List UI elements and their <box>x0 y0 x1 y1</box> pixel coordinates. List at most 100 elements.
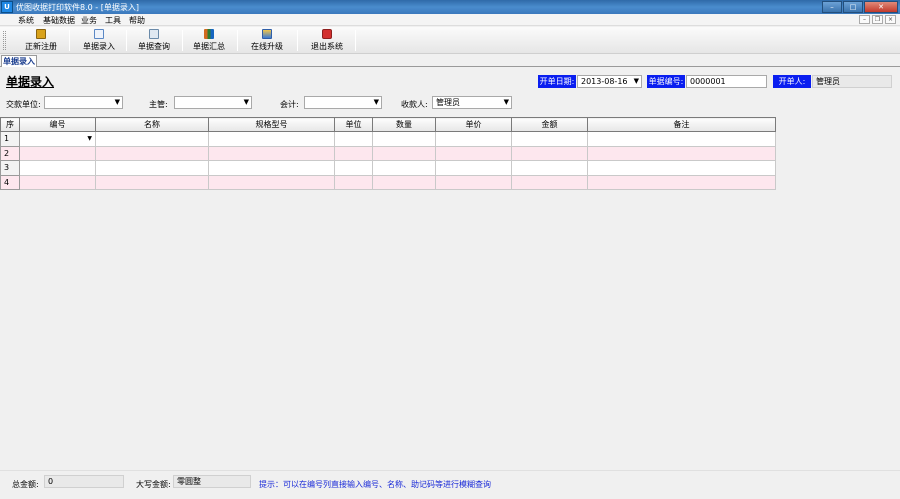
register-button-label: 正新注册 <box>25 42 57 51</box>
close-button[interactable]: ✕ <box>864 1 898 13</box>
unit-cell[interactable] <box>334 174 373 190</box>
toolbar-separator <box>69 30 70 51</box>
column-header-price[interactable]: 单价 <box>435 117 512 132</box>
name-cell[interactable] <box>95 131 209 147</box>
chevron-down-icon[interactable]: ▼ <box>634 76 639 87</box>
quantity-cell[interactable] <box>372 145 436 161</box>
bill-summary-button[interactable]: 单据汇总 <box>187 28 231 52</box>
toolbar-separator <box>297 30 298 51</box>
name-cell[interactable] <box>95 145 209 161</box>
name-cell[interactable] <box>95 160 209 176</box>
price-cell[interactable] <box>435 131 512 147</box>
bill-number-label: 单据编号: <box>647 75 685 88</box>
quantity-cell[interactable] <box>372 131 436 147</box>
remark-cell[interactable] <box>587 131 776 147</box>
remark-cell[interactable] <box>587 160 776 176</box>
mdi-close-button[interactable]: × <box>885 15 896 24</box>
toolbar-grip[interactable] <box>3 31 6 50</box>
price-cell[interactable] <box>435 160 512 176</box>
column-header-seq[interactable]: 序 <box>0 117 20 132</box>
table-row: 2 <box>0 145 776 161</box>
remark-cell[interactable] <box>587 145 776 161</box>
payer-select[interactable]: ▼ <box>44 96 123 109</box>
mdi-restore-button[interactable]: ❐ <box>872 15 883 24</box>
toolbar-separator <box>237 30 238 51</box>
accountant-select[interactable]: ▼ <box>304 96 382 109</box>
table-row: 3 <box>0 160 776 176</box>
chevron-down-icon[interactable]: ▼ <box>115 97 120 108</box>
menu-business[interactable]: 业务 <box>81 15 97 26</box>
column-header-name[interactable]: 名称 <box>95 117 209 132</box>
amount-cell[interactable] <box>511 174 588 190</box>
spec-cell[interactable] <box>208 160 335 176</box>
date-value: 2013-08-16 <box>581 77 628 86</box>
spec-cell[interactable] <box>208 145 335 161</box>
price-cell[interactable] <box>435 145 512 161</box>
minimize-button[interactable]: – <box>822 1 842 13</box>
receiver-label: 收款人: <box>401 100 428 109</box>
online-upgrade-button-label: 在线升级 <box>251 42 283 51</box>
lock-icon <box>36 29 46 39</box>
total-amount-label: 总金额: <box>12 480 39 489</box>
amount-cell[interactable] <box>511 145 588 161</box>
exit-system-button[interactable]: 退出系统 <box>305 28 349 52</box>
column-header-amount[interactable]: 金额 <box>511 117 588 132</box>
bar-chart-icon <box>204 29 214 39</box>
menu-tools[interactable]: 工具 <box>105 15 121 26</box>
code-cell[interactable] <box>19 145 96 161</box>
code-cell[interactable]: ▼ <box>19 131 96 147</box>
amount-cell[interactable] <box>511 160 588 176</box>
toolbar: 正新注册 单据录入 单据查询 单据汇总 在线升级 退出系统 <box>0 27 900 54</box>
remark-cell[interactable] <box>587 174 776 190</box>
payer-label: 交款单位: <box>6 100 41 109</box>
price-cell[interactable] <box>435 174 512 190</box>
bill-number-field[interactable]: 0000001 <box>686 75 767 88</box>
unit-cell[interactable] <box>334 160 373 176</box>
unit-cell[interactable] <box>334 131 373 147</box>
chevron-down-icon[interactable]: ▼ <box>504 97 509 108</box>
bill-entry-panel: 单据录入 开单日期: 2013-08-16 ▼ 单据编号: 0000001 开单… <box>0 67 900 499</box>
code-cell[interactable] <box>19 160 96 176</box>
column-header-quantity[interactable]: 数量 <box>372 117 436 132</box>
exit-icon <box>322 29 332 39</box>
supervisor-select[interactable]: ▼ <box>174 96 252 109</box>
code-cell[interactable] <box>19 174 96 190</box>
toolbar-separator <box>355 30 356 51</box>
register-button[interactable]: 正新注册 <box>20 28 62 52</box>
maximize-button[interactable]: □ <box>843 1 863 13</box>
row-number: 2 <box>0 145 20 161</box>
bill-query-button[interactable]: 单据查询 <box>132 28 176 52</box>
quantity-cell[interactable] <box>372 174 436 190</box>
column-header-remark[interactable]: 备注 <box>587 117 776 132</box>
exit-system-button-label: 退出系统 <box>311 42 343 51</box>
window-title: 优图收据打印软件8.0 - [单据录入] <box>16 3 139 12</box>
supervisor-label: 主管: <box>149 100 168 109</box>
spec-cell[interactable] <box>208 174 335 190</box>
toolbar-separator <box>182 30 183 51</box>
name-cell[interactable] <box>95 174 209 190</box>
menu-system[interactable]: 系统 <box>18 15 34 26</box>
column-header-unit[interactable]: 单位 <box>334 117 373 132</box>
row-number: 3 <box>0 160 20 176</box>
bill-summary-button-label: 单据汇总 <box>193 42 225 51</box>
menu-help[interactable]: 帮助 <box>129 15 145 26</box>
menu-basic-data[interactable]: 基础数据 <box>43 15 75 26</box>
spec-cell[interactable] <box>208 131 335 147</box>
total-amount-field: 0 <box>44 475 124 488</box>
amount-cell[interactable] <box>511 131 588 147</box>
tab-bill-entry[interactable]: 单据录入 <box>1 55 37 67</box>
chevron-down-icon[interactable]: ▼ <box>87 135 92 142</box>
column-header-code[interactable]: 编号 <box>19 117 96 132</box>
online-upgrade-button[interactable]: 在线升级 <box>245 28 289 52</box>
quantity-cell[interactable] <box>372 160 436 176</box>
receiver-value: 管理员 <box>436 98 460 107</box>
mdi-minimize-button[interactable]: – <box>859 15 870 24</box>
bill-entry-button[interactable]: 单据录入 <box>77 28 121 52</box>
chevron-down-icon[interactable]: ▼ <box>374 97 379 108</box>
unit-cell[interactable] <box>334 145 373 161</box>
column-header-spec[interactable]: 规格型号 <box>208 117 335 132</box>
status-bar: 总金额: 0 大写金额: 零圆整 提示：可以在编号列直接输入编号、名称、助记码等… <box>0 470 900 499</box>
chevron-down-icon[interactable]: ▼ <box>244 97 249 108</box>
date-picker[interactable]: 2013-08-16 ▼ <box>577 75 642 88</box>
receiver-select[interactable]: 管理员 ▼ <box>432 96 512 109</box>
